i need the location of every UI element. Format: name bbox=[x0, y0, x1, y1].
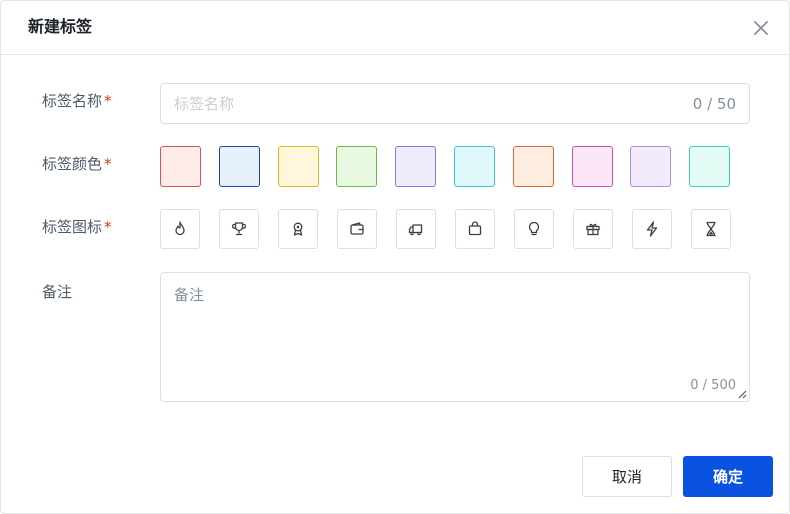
dialog-header: 新建标签 bbox=[1, 1, 790, 55]
truck-icon[interactable] bbox=[396, 209, 436, 249]
icon-option-group bbox=[160, 209, 750, 250]
lightning-icon[interactable] bbox=[632, 209, 672, 249]
color-swatch-red[interactable] bbox=[160, 146, 201, 187]
tag-icon-label-text: 标签图标 bbox=[42, 218, 103, 236]
color-swatch-green[interactable] bbox=[336, 146, 378, 187]
tag-name-label-text: 标签名称 bbox=[42, 92, 103, 110]
tag-color-label-text: 标签颜色 bbox=[42, 155, 103, 173]
required-mark: * bbox=[104, 155, 112, 173]
required-mark: * bbox=[104, 218, 112, 236]
hourglass-icon[interactable] bbox=[691, 209, 731, 249]
note-field[interactable]: 0 / 500 bbox=[160, 272, 750, 402]
resize-handle-icon[interactable] bbox=[737, 389, 747, 399]
note-textarea[interactable] bbox=[174, 284, 734, 374]
color-swatch-cyan[interactable] bbox=[454, 146, 495, 187]
color-swatch-purple[interactable] bbox=[630, 146, 672, 187]
color-swatch-orange[interactable] bbox=[512, 146, 554, 187]
confirm-button[interactable]: 确定 bbox=[683, 456, 773, 497]
close-icon[interactable] bbox=[751, 18, 771, 38]
tag-color-label: 标签颜色 * bbox=[42, 154, 112, 174]
award-icon[interactable] bbox=[278, 209, 318, 249]
gift-icon[interactable] bbox=[573, 209, 613, 249]
note-label: 备注 bbox=[42, 283, 73, 301]
color-swatch-indigo[interactable] bbox=[395, 146, 437, 187]
tag-name-input[interactable] bbox=[174, 93, 674, 115]
color-swatch-blue[interactable] bbox=[218, 146, 260, 187]
new-tag-dialog: 新建标签 标签名称* 0 / 50 标签颜色* 标签图标* bbox=[0, 0, 790, 514]
tag-icon-label: 标签图标 * bbox=[42, 217, 112, 237]
lightbulb-icon[interactable] bbox=[514, 209, 554, 249]
tag-name-counter: 0 / 50 bbox=[692, 95, 736, 113]
color-swatch-teal[interactable] bbox=[689, 146, 731, 187]
shopping-bag-icon[interactable] bbox=[455, 209, 495, 249]
tag-name-field[interactable]: 0 / 50 bbox=[160, 83, 750, 124]
dialog-title: 新建标签 bbox=[28, 17, 93, 36]
color-swatch-yellow[interactable] bbox=[277, 146, 319, 187]
flame-icon[interactable] bbox=[160, 209, 200, 249]
required-mark: * bbox=[104, 92, 112, 110]
color-swatch-group bbox=[160, 146, 750, 187]
cancel-button[interactable]: 取消 bbox=[582, 456, 672, 497]
wallet-icon[interactable] bbox=[337, 209, 377, 249]
color-swatch-pink[interactable] bbox=[571, 146, 613, 187]
tag-name-label: 标签名称 * bbox=[42, 91, 112, 111]
note-counter: 0 / 500 bbox=[690, 378, 736, 393]
trophy-icon[interactable] bbox=[219, 209, 259, 249]
